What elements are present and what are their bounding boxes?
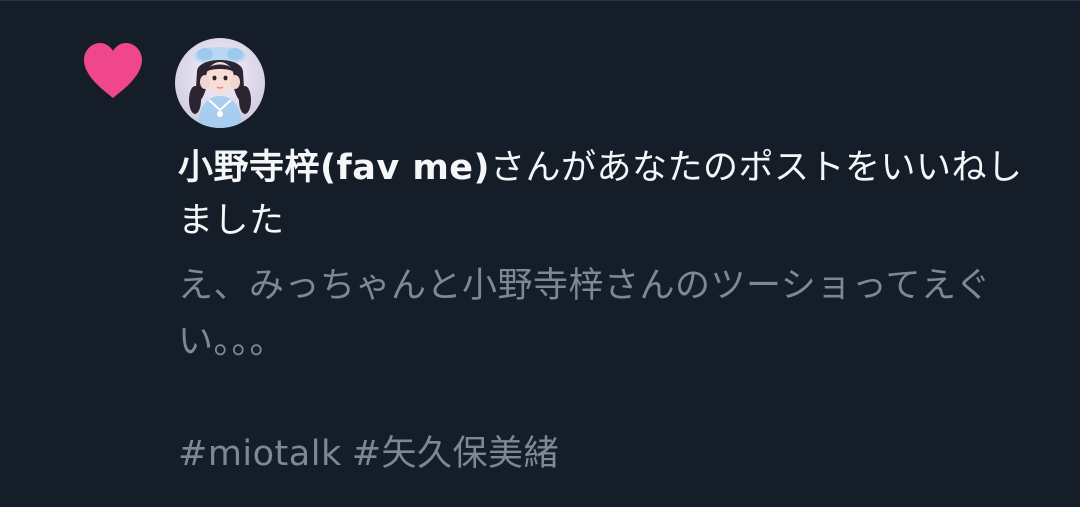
hashtag-list: #miotalk #矢久保美緒 (178, 426, 1028, 482)
user-avatar[interactable] (175, 38, 265, 128)
hashtag-miotalk[interactable]: #miotalk (178, 434, 342, 474)
notification-headline: 小野寺梓(fav me)さんがあなたのポストをいいねしました (178, 142, 1038, 248)
hashtag-yakubo-mio[interactable]: #矢久保美緒 (352, 434, 559, 474)
post-text: え、みっちゃんと小野寺梓さんのツーショってえぐい。。。 (178, 266, 992, 362)
heart-icon (82, 42, 144, 100)
like-notification[interactable]: 小野寺梓(fav me)さんがあなたのポストをいいねしました え、みっちゃんと小… (0, 0, 1080, 507)
post-preview[interactable]: え、みっちゃんと小野寺梓さんのツーショってえぐい。。。 #miotalk #矢久保… (178, 258, 1028, 482)
user-name[interactable]: 小野寺梓(fav me) (178, 148, 490, 188)
